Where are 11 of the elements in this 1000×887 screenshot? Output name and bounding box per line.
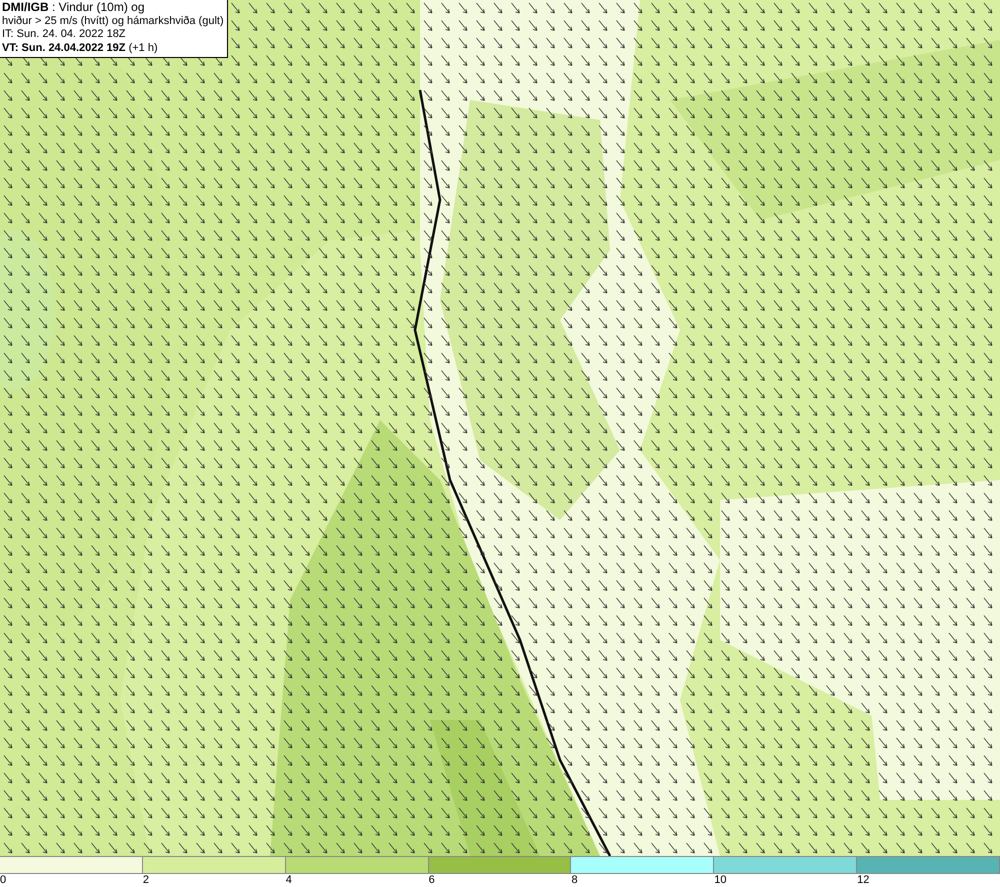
scale-tick-label: 2 [142,874,149,887]
map-title: DMI/IGB : Vindur (10m) og [2,1,146,14]
scale-tick-label: 12 [857,874,870,887]
scale-tick-label: 0 [0,874,6,887]
map-info-text: hviður > 25 m/s (hvítt) og hámarkshviða (gult) [2,14,224,28]
map-info-text: IT: Sun. 24. 04. 2022 18Z [2,28,127,42]
map-info-text: VT: Sun. 24.04.2022 19Z (+1 h) [2,42,159,55]
scale-tick-label: 4 [286,874,292,887]
scale-tick-label: 6 [428,874,435,887]
scale-tick-label: 8 [571,874,578,887]
scale-tick-label: 10 [714,874,727,887]
